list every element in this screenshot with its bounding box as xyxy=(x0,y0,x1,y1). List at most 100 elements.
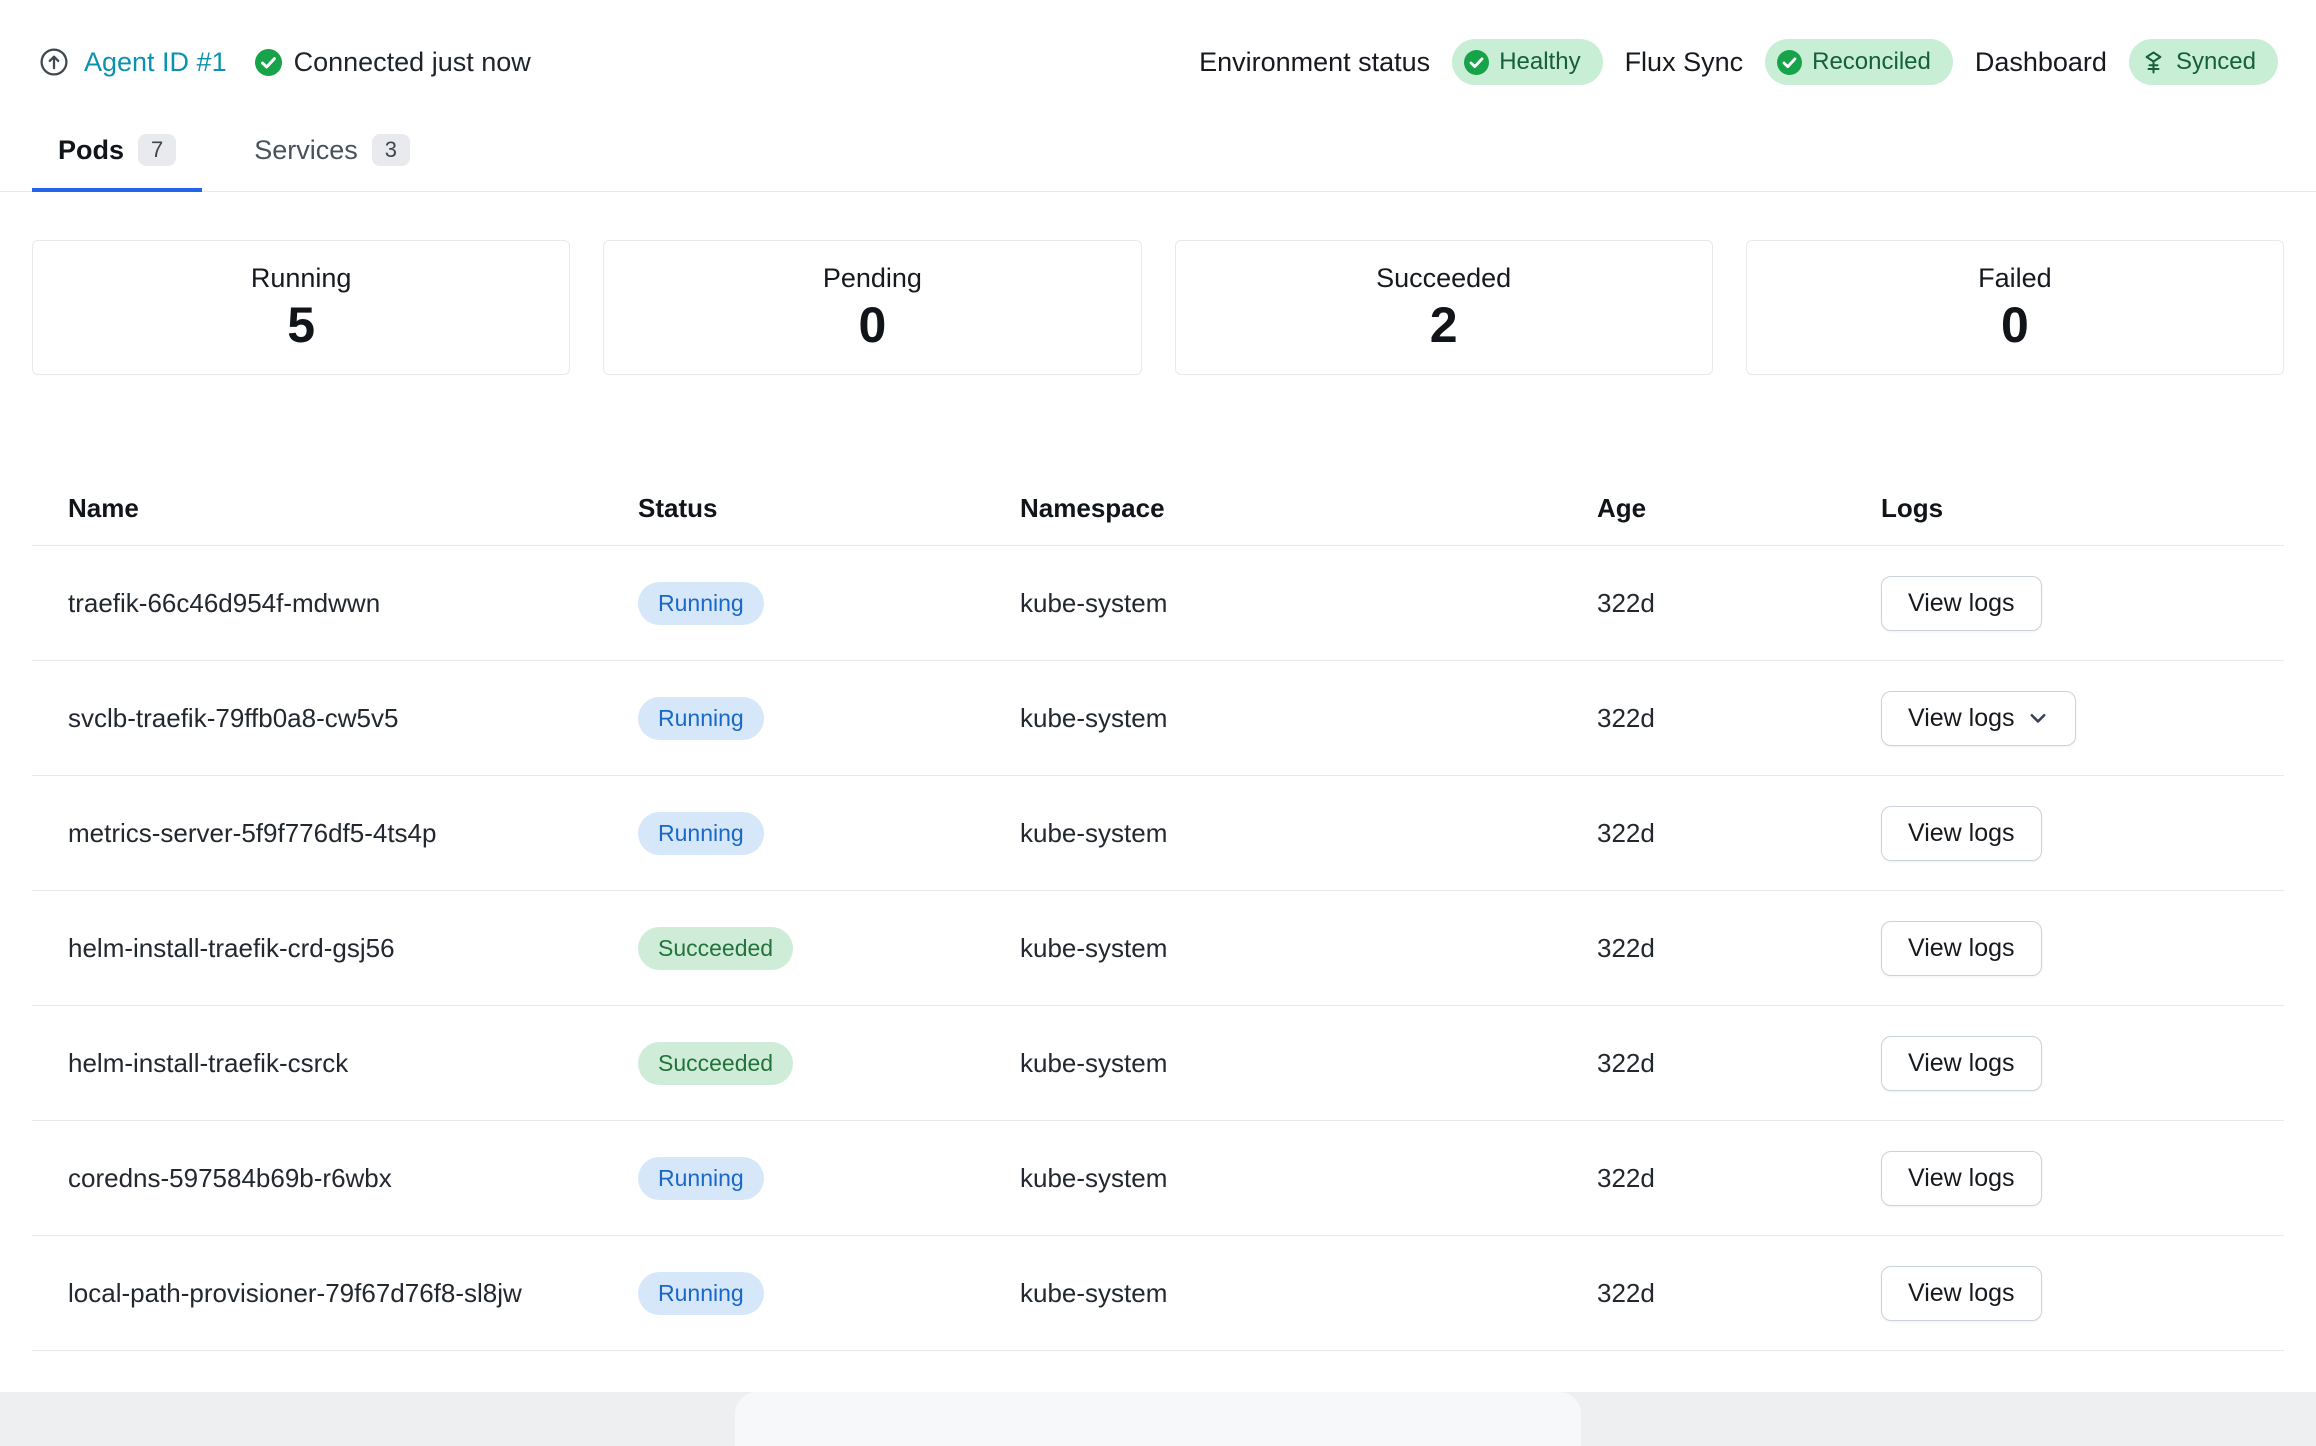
pod-name: helm-install-traefik-csrck xyxy=(32,1046,638,1081)
environment-status-group: Environment status Healthy Flux Sync Rec… xyxy=(1199,39,2278,85)
pod-namespace: kube-system xyxy=(1020,703,1597,734)
table-row: helm-install-traefik-csrck Succeeded kub… xyxy=(32,1006,2284,1121)
stat-value: 0 xyxy=(2001,298,2029,353)
stat-value: 2 xyxy=(1430,298,1458,353)
reconciled-badge-label: Reconciled xyxy=(1812,48,1931,76)
top-bar: Agent ID #1 Connected just now Environme… xyxy=(0,0,2316,90)
pod-name: helm-install-traefik-crd-gsj56 xyxy=(32,931,638,966)
connection-status-text: Connected just now xyxy=(294,47,531,78)
pod-namespace: kube-system xyxy=(1020,1048,1597,1079)
view-logs-label: View logs xyxy=(1908,934,2015,963)
pod-age: 322d xyxy=(1597,1278,1881,1309)
table-row: traefik-66c46d954f-mdwwn Running kube-sy… xyxy=(32,546,2284,661)
synced-badge-label: Synced xyxy=(2176,48,2256,76)
stat-label: Pending xyxy=(823,263,922,294)
pod-name: svclb-traefik-79ffb0a8-cw5v5 xyxy=(32,701,638,736)
tab-pods-count: 7 xyxy=(138,134,176,166)
pod-namespace: kube-system xyxy=(1020,1163,1597,1194)
status-badge: Running xyxy=(638,1272,764,1316)
pod-namespace: kube-system xyxy=(1020,818,1597,849)
status-badge: Succeeded xyxy=(638,927,793,971)
reconciled-badge: Reconciled xyxy=(1765,39,1953,85)
tab-services[interactable]: Services 3 xyxy=(228,124,436,192)
pod-logs-cell: View logs xyxy=(1881,806,2284,861)
view-logs-button[interactable]: View logs xyxy=(1881,576,2042,631)
pod-age: 322d xyxy=(1597,818,1881,849)
view-logs-label: View logs xyxy=(1908,1279,2015,1308)
pod-namespace: kube-system xyxy=(1020,1278,1597,1309)
pod-logs-cell: View logs xyxy=(1881,921,2284,976)
view-logs-label: View logs xyxy=(1908,1049,2015,1078)
chevron-down-icon xyxy=(2027,707,2049,729)
pod-age: 322d xyxy=(1597,703,1881,734)
flux-icon xyxy=(2141,50,2166,75)
agent-id-link[interactable]: Agent ID #1 xyxy=(84,47,227,78)
table-row: coredns-597584b69b-r6wbx Running kube-sy… xyxy=(32,1121,2284,1236)
stat-value: 5 xyxy=(287,298,315,353)
stat-label: Failed xyxy=(1978,263,2052,294)
view-logs-label: View logs xyxy=(1908,1164,2015,1193)
pod-logs-cell: View logs xyxy=(1881,1036,2284,1091)
healthy-badge-label: Healthy xyxy=(1499,48,1580,76)
view-logs-button[interactable]: View logs xyxy=(1881,806,2042,861)
table-row: helm-install-traefik-crd-gsj56 Succeeded… xyxy=(32,891,2284,1006)
synced-badge: Synced xyxy=(2129,39,2278,85)
pod-name: coredns-597584b69b-r6wbx xyxy=(32,1161,638,1196)
healthy-badge: Healthy xyxy=(1452,39,1602,85)
tab-services-count: 3 xyxy=(372,134,410,166)
status-badge: Running xyxy=(638,697,764,741)
column-header-age: Age xyxy=(1597,493,1881,524)
pod-status-cell: Running xyxy=(638,1272,1020,1316)
stat-label: Succeeded xyxy=(1376,263,1511,294)
pod-status-cell: Running xyxy=(638,697,1020,741)
column-header-name: Name xyxy=(32,491,638,526)
pod-status-cell: Succeeded xyxy=(638,927,1020,971)
page-bottom-strip xyxy=(0,1392,2316,1446)
view-logs-button[interactable]: View logs xyxy=(1881,921,2042,976)
table-header-row: Name Status Namespace Age Logs xyxy=(32,471,2284,546)
pod-logs-cell: View logs xyxy=(1881,1266,2284,1321)
agent-status-group: Agent ID #1 Connected just now xyxy=(38,46,531,78)
view-logs-label: View logs xyxy=(1908,704,2015,733)
table-row: svclb-traefik-79ffb0a8-cw5v5 Running kub… xyxy=(32,661,2284,776)
pod-status-cell: Running xyxy=(638,812,1020,856)
view-logs-button[interactable]: View logs xyxy=(1881,691,2076,746)
column-header-status: Status xyxy=(638,493,1020,524)
stat-label: Running xyxy=(251,263,352,294)
pod-name: local-path-provisioner-79f67d76f8-sl8jw xyxy=(32,1276,638,1311)
stat-card-pending: Pending 0 xyxy=(603,240,1141,375)
view-logs-button[interactable]: View logs xyxy=(1881,1266,2042,1321)
view-logs-label: View logs xyxy=(1908,589,2015,618)
check-circle-icon xyxy=(1464,50,1489,75)
stat-card-failed: Failed 0 xyxy=(1746,240,2284,375)
status-badge: Running xyxy=(638,1157,764,1201)
agent-icon xyxy=(38,46,70,78)
pods-table: Name Status Namespace Age Logs traefik-6… xyxy=(32,471,2284,1351)
bottom-sheet-surface xyxy=(735,1392,1581,1446)
status-badge: Succeeded xyxy=(638,1042,793,1086)
pod-namespace: kube-system xyxy=(1020,588,1597,619)
pod-name: traefik-66c46d954f-mdwwn xyxy=(32,586,638,621)
pod-age: 322d xyxy=(1597,1163,1881,1194)
pod-namespace: kube-system xyxy=(1020,933,1597,964)
pod-name: metrics-server-5f9f776df5-4ts4p xyxy=(32,816,638,851)
pod-logs-cell: View logs xyxy=(1881,691,2284,746)
connection-status: Connected just now xyxy=(255,47,531,78)
column-header-namespace: Namespace xyxy=(1020,493,1597,524)
table-body: traefik-66c46d954f-mdwwn Running kube-sy… xyxy=(32,546,2284,1351)
tab-pods-label: Pods xyxy=(58,135,124,166)
tab-services-label: Services xyxy=(254,135,358,166)
view-logs-button[interactable]: View logs xyxy=(1881,1036,2042,1091)
tab-pods[interactable]: Pods 7 xyxy=(32,124,202,192)
pod-status-cell: Running xyxy=(638,582,1020,626)
flux-sync-label: Flux Sync xyxy=(1625,47,1744,78)
view-logs-button[interactable]: View logs xyxy=(1881,1151,2042,1206)
stat-value: 0 xyxy=(858,298,886,353)
status-badge: Running xyxy=(638,812,764,856)
status-badge: Running xyxy=(638,582,764,626)
environment-status-label: Environment status xyxy=(1199,47,1430,78)
check-circle-icon xyxy=(255,49,282,76)
pod-age: 322d xyxy=(1597,1048,1881,1079)
pod-stats-row: Running 5 Pending 0 Succeeded 2 Failed 0 xyxy=(32,240,2284,375)
pod-logs-cell: View logs xyxy=(1881,1151,2284,1206)
